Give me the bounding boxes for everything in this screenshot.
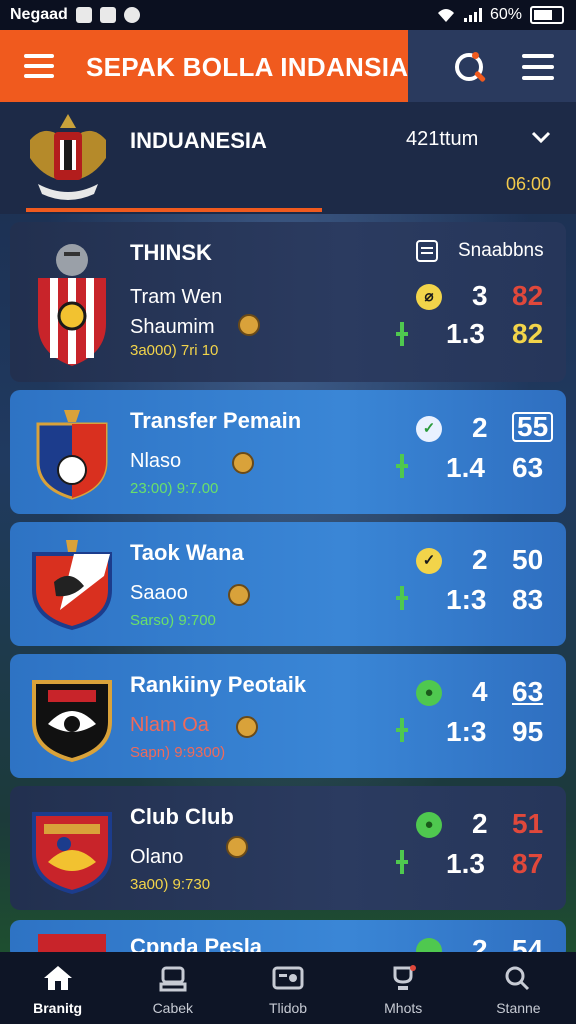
battery-icon (530, 6, 564, 24)
card-title: Rankiiny Peotaik (130, 672, 307, 697)
news-card-transfer[interactable]: Transfer Pemain Nlaso 23:00) 9:7.00 ✓ 2 … (10, 390, 566, 514)
search-button[interactable] (452, 50, 488, 86)
status-bar: Negaad 60% (0, 0, 576, 30)
ball-icon (226, 836, 248, 858)
home-icon (43, 966, 72, 990)
news-card-taok[interactable]: Taok Wana Saaoo Sarso) 9:700 ✓ 2 50 1:3 … (10, 522, 566, 646)
card-score: 63 (512, 676, 544, 707)
league-header[interactable] (0, 102, 576, 214)
trophy-icon (393, 965, 417, 990)
chair-icon (159, 966, 187, 992)
card-time: Sapn) 9:9300) (130, 744, 226, 761)
app-title: SEPAK BOLLA INDANSIA (86, 52, 409, 82)
nav-label: Cabek (152, 1000, 194, 1016)
card-count: 4 (472, 676, 488, 707)
card-count: 2 (472, 544, 488, 575)
card-subtitle: Nlam Oa (130, 714, 209, 736)
card-score: 55 (512, 412, 554, 442)
ball-icon (232, 452, 254, 474)
club-badge-icon (32, 812, 112, 895)
card-subtitle: Saaoo (130, 582, 188, 604)
nav-item-mhots[interactable]: Mhots (346, 952, 461, 1024)
card-count: 2 (472, 808, 488, 839)
tv-icon (272, 966, 304, 990)
featured-line-secondary: Shaumim (130, 316, 215, 338)
nav-item-tv[interactable]: Tlidob (230, 952, 345, 1024)
search-icon (505, 966, 530, 991)
bottom-navigation: Branitg Cabek Tlidob Mhots Stanne (0, 952, 576, 1024)
schedule-label: Snaabbns (458, 240, 544, 261)
news-card-club[interactable]: Club Club Olano 3a00) 9:730 ● 2 51 1.3 8… (10, 786, 566, 910)
check-icon: ✓ (416, 416, 442, 442)
featured-line: Tram Wen (130, 286, 223, 308)
card-time: Sarso) 9:700 (130, 612, 216, 629)
eagle-crest-icon (32, 680, 112, 763)
mail-icon (99, 7, 116, 23)
league-progress (26, 208, 322, 212)
card-odds: 1:3 (446, 716, 487, 747)
nav-label: Stanne (496, 1000, 541, 1016)
gallery-icon (75, 7, 92, 23)
notification-icon (123, 7, 140, 23)
card-title: Club Club (130, 804, 234, 829)
nav-item-home[interactable]: Branitg (0, 952, 115, 1024)
card-subtitle: Olano (130, 846, 184, 868)
nav-label: Tlidob (268, 1000, 308, 1016)
nav-label: Mhots (384, 1000, 423, 1016)
card-odds-secondary: 95 (512, 716, 544, 747)
notification-dot (472, 52, 479, 59)
club-shield-icon (36, 410, 108, 500)
card-odds: 1.3 (446, 848, 485, 879)
app-bar: SEPAK BOLLA INDANSIA (0, 30, 576, 102)
nav-item-cabek[interactable]: Cabek (115, 952, 230, 1024)
card-score: 50 (512, 544, 544, 575)
card-odds: 1.4 (446, 452, 485, 483)
card-subtitle: Nlaso (130, 450, 182, 472)
check-icon: ✓ (416, 548, 442, 574)
nav-item-search[interactable]: Stanne (461, 952, 576, 1024)
garuda-crest-icon (30, 114, 106, 200)
card-count: 2 (472, 412, 488, 443)
league-subtitle: 421ttum (406, 128, 479, 150)
league-name: INDUANESIA (130, 128, 267, 153)
score-home: 3 (472, 280, 488, 311)
card-odds-secondary: 63 (512, 452, 544, 483)
card-title: Taok Wana (130, 540, 244, 565)
schedule-icon (416, 240, 438, 262)
signal-icon (463, 8, 482, 22)
nav-label: Branitg (33, 1000, 83, 1016)
card-score: 51 (512, 808, 544, 839)
featured-match-card[interactable]: THINSK Snaabbns Tram Wen Shaumim 3a000) … (10, 222, 566, 382)
wifi-icon (437, 9, 454, 22)
dot-icon: ● (416, 812, 442, 838)
chevron-down-icon[interactable] (530, 126, 552, 148)
featured-time: 3a000) 7ri 10 (130, 342, 219, 359)
carrier-name: Negaad (10, 6, 68, 23)
hamburger-menu-button[interactable] (24, 54, 54, 78)
menu-button[interactable] (522, 54, 554, 80)
news-card-ranking[interactable]: Rankiiny Peotaik Nlam Oa Sapn) 9:9300) ●… (10, 654, 566, 778)
featured-title: THINSK (130, 240, 212, 265)
league-time: 06:00 (506, 174, 552, 194)
battery-percent: 60% (489, 6, 522, 23)
dragon-shield-icon (32, 540, 112, 631)
knight-shield-icon (38, 244, 106, 366)
card-odds-secondary: 83 (512, 584, 544, 615)
odds-secondary: 82 (512, 318, 544, 349)
ball-icon (238, 314, 260, 336)
card-odds: 1:3 (446, 584, 487, 615)
score-value: 82 (512, 280, 544, 311)
dot-icon: ● (416, 680, 442, 706)
yellow-ball-icon: ⌀ (416, 284, 442, 310)
odds-value: 1.3 (446, 318, 485, 349)
card-time: 23:00) 9:7.00 (130, 480, 219, 497)
card-title: Transfer Pemain (130, 408, 302, 433)
card-time: 3a00) 9:730 (130, 876, 211, 893)
ball-icon (228, 584, 250, 606)
ball-icon (236, 716, 258, 738)
card-odds-secondary: 87 (512, 848, 544, 879)
